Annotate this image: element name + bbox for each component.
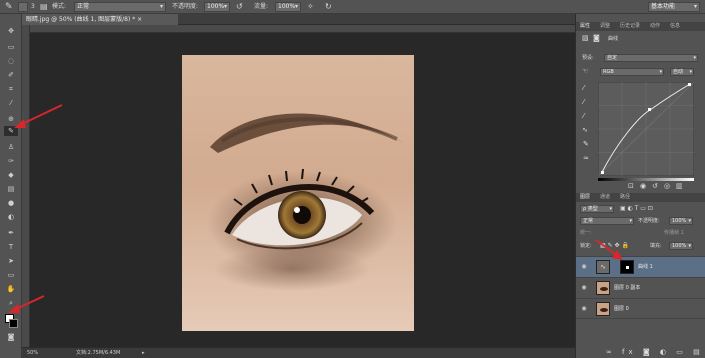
properties-tabs: 属性 调整 历史记录 动作 信息 (576, 22, 705, 31)
eraser-icon[interactable]: ◆ (4, 170, 18, 180)
layer-row-base[interactable]: ◉ 图层 0 (576, 298, 705, 319)
lock-label: 锁定: (580, 243, 592, 249)
tab-channels[interactable]: 通道 (600, 193, 610, 202)
marquee-icon[interactable]: ▭ (4, 42, 18, 52)
layer-opacity-input[interactable]: 100% (669, 217, 693, 225)
tab-history[interactable]: 历史记录 (620, 22, 640, 31)
shape-icon[interactable]: ▭ (4, 270, 18, 280)
layer-thumbnail (596, 281, 610, 295)
eye-icon[interactable]: ◉ (580, 284, 588, 292)
status-bar: 50% 文档:2.75M/6.43M ▸ (22, 347, 575, 358)
path-select-icon[interactable]: ➤ (4, 256, 18, 266)
layers-tabs: 图层 通道 路径 (576, 193, 705, 202)
eye-photo (182, 55, 414, 331)
annotation-arrow-colors (8, 295, 45, 313)
history-brush-icon[interactable]: ✑ (4, 156, 18, 166)
eye-icon[interactable]: ◉ (580, 263, 588, 271)
curves-graph[interactable] (597, 81, 695, 177)
stamp-icon[interactable]: ♙ (4, 142, 18, 152)
tab-info[interactable]: 信息 (670, 22, 680, 31)
tab-adjustments[interactable]: 调整 (600, 22, 610, 31)
lasso-icon[interactable]: ◌ (4, 56, 18, 66)
annotation-arrow-mask (595, 239, 623, 260)
workspace-dropdown[interactable]: 基本功能 (648, 2, 700, 12)
auto-button[interactable]: 自动 (670, 68, 694, 76)
propagate-label: 传播帧 1 (664, 230, 684, 236)
mode-label: 模式: (52, 3, 67, 10)
pressure-size-icon[interactable]: ↻ (325, 2, 332, 12)
filter-icons[interactable]: ▣ ◐ T ▭ ⊡ (620, 205, 653, 213)
input-gradient-bar (598, 178, 694, 181)
reset-icon[interactable]: ↺ (652, 182, 658, 190)
mode-dropdown[interactable]: 正常 (74, 2, 166, 12)
doc-info: 文档:2.75M/6.43M (76, 350, 121, 356)
preset-label: 预设: (582, 55, 594, 61)
brush-size-label: 3 (31, 3, 35, 10)
clip-icon[interactable]: ⊡ (628, 182, 634, 190)
eyedropper-gray-icon[interactable]: ⁄ (583, 98, 584, 106)
brush-panel-icon[interactable]: ▤ (40, 2, 48, 12)
quick-mask-icon[interactable]: ◙ (4, 332, 18, 342)
layer-thumbnail (596, 302, 610, 316)
layer-actions-icons[interactable]: ∞ fx ◙ ◐ ▭ ▤ ▥ (606, 348, 705, 356)
layer-name: 图层 0 (614, 306, 629, 312)
kind-filter-dropdown[interactable]: ρ 类型 (580, 205, 614, 213)
preset-dropdown[interactable]: 自定 (604, 54, 698, 62)
layer-opacity-label: 不透明度: (638, 218, 660, 224)
fill-input[interactable]: 100% (669, 242, 693, 250)
eye-icon[interactable]: ◉ (580, 305, 588, 313)
opacity-label: 不透明度: (172, 3, 199, 10)
layer-row-copy[interactable]: ◉ 图层 0 副本 (576, 277, 705, 298)
annotation-arrow-brush (14, 104, 63, 128)
horizontal-ruler (30, 25, 575, 33)
blend-mode-dropdown[interactable]: 正常 (580, 217, 634, 225)
brush-icon[interactable]: ✎ (5, 2, 13, 12)
tab-properties[interactable]: 属性 (580, 22, 590, 31)
document-tab[interactable]: 眼睛.jpg @ 50% (曲线 1, 图层蒙版/8) * × (22, 14, 178, 25)
layer-name: 图层 0 副本 (614, 285, 641, 291)
right-panel-dock: 属性 调整 历史记录 动作 信息 ▨ ◙ 曲线 预设: 自定 ☜ RGB 自动 … (575, 14, 705, 358)
delete-icon[interactable]: ▥ (676, 182, 683, 190)
tab-layers[interactable]: 图层 (580, 193, 590, 202)
eyedropper-black-icon[interactable]: ⁄ (583, 84, 584, 92)
crop-icon[interactable]: ⌗ (4, 84, 18, 94)
curve-point-icon[interactable]: ∿ (582, 126, 588, 134)
document-tab-bar: 眼睛.jpg @ 50% (曲线 1, 图层蒙版/8) * × (22, 14, 575, 25)
target-adjust-icon[interactable]: ☜ (582, 67, 588, 75)
curves-icon: ▨ (582, 34, 589, 42)
layer-name: 曲线 1 (638, 264, 653, 270)
move-icon[interactable]: ✥ (4, 26, 18, 36)
status-arrow-icon[interactable]: ▸ (142, 348, 145, 358)
view-previous-icon[interactable]: ◉ (640, 182, 646, 190)
airbrush-icon[interactable]: ✧ (307, 2, 314, 12)
unify-label: 统一: (580, 230, 592, 236)
visibility-icon[interactable]: ◎ (664, 182, 670, 190)
document-canvas[interactable] (30, 33, 575, 347)
opacity-input[interactable]: 100% (204, 2, 230, 12)
smooth-icon[interactable]: ≈ (583, 154, 589, 162)
flow-label: 流量: (254, 3, 269, 10)
pen-icon[interactable]: ✒ (4, 228, 18, 238)
dodge-icon[interactable]: ◐ (4, 212, 18, 222)
channel-dropdown[interactable]: RGB (600, 68, 664, 76)
fill-label: 填充: (650, 243, 662, 249)
gradient-icon[interactable]: ▤ (4, 184, 18, 194)
panel-title: 曲线 (608, 36, 619, 42)
flow-input[interactable]: 100% (275, 2, 301, 12)
tab-actions[interactable]: 动作 (650, 22, 660, 31)
options-bar: ✎ 3 ▤ 模式: 正常 不透明度: 100% ↺ 流量: 100% ✧ ↻ 基… (0, 0, 705, 14)
tab-paths[interactable]: 路径 (620, 193, 630, 202)
zoom-level[interactable]: 50% (27, 348, 38, 358)
pencil-icon[interactable]: ✎ (583, 140, 589, 148)
quick-select-icon[interactable]: ✐ (4, 70, 18, 80)
mask-icon: ◙ (593, 34, 600, 42)
eyedropper-white-icon[interactable]: ⁄ (583, 112, 584, 120)
blur-icon[interactable]: ● (4, 198, 18, 208)
brush-preset-picker[interactable] (18, 2, 28, 12)
pressure-opacity-icon[interactable]: ↺ (236, 2, 243, 12)
type-icon[interactable]: T (4, 242, 18, 252)
